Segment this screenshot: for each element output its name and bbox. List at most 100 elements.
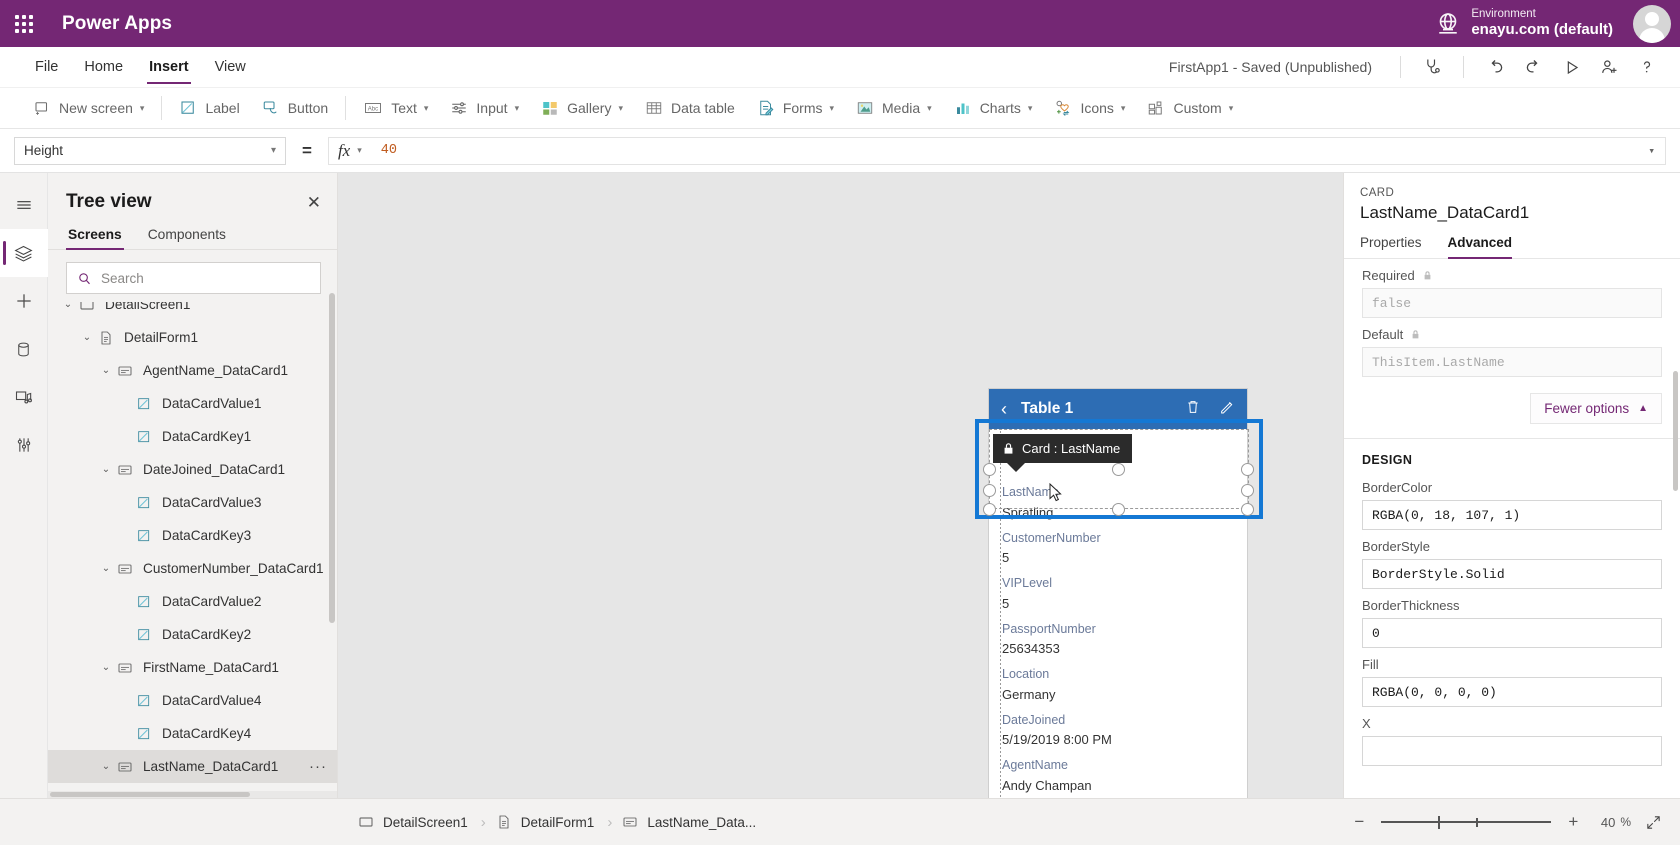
ribbon-text[interactable]: Abc Text ▾ xyxy=(352,93,439,123)
zoom-slider-thumb[interactable] xyxy=(1438,815,1441,829)
tree-node-datacardvalue4[interactable]: DataCardValue4 xyxy=(48,684,337,717)
ribbon-media[interactable]: Media ▾ xyxy=(845,93,943,123)
chevron-down-icon[interactable]: ⌄ xyxy=(79,332,95,343)
property-value-input[interactable]: BorderStyle.Solid xyxy=(1362,559,1662,589)
breadcrumb-item-0[interactable]: DetailScreen1 xyxy=(348,799,481,845)
share-icon[interactable] xyxy=(1590,51,1628,83)
user-avatar[interactable] xyxy=(1633,4,1671,43)
chevron-down-icon[interactable]: ⌄ xyxy=(98,761,114,772)
trash-icon[interactable] xyxy=(1185,399,1201,420)
form-field-id[interactable]: Id xyxy=(989,437,1247,480)
property-value-input[interactable] xyxy=(1362,736,1662,766)
menu-item-view[interactable]: View xyxy=(202,47,259,87)
breadcrumb-item-2[interactable]: LastName_Data... xyxy=(612,799,769,845)
advanced-tools-icon[interactable] xyxy=(0,421,48,469)
fit-screen-icon[interactable] xyxy=(1645,814,1662,831)
breadcrumb-item-1[interactable]: DetailForm1 xyxy=(486,799,608,845)
data-icon[interactable] xyxy=(0,325,48,373)
tree-node-list[interactable]: ⌄ DetailScreen1 ⌄ DetailForm1 ⌄ AgentName_Dat… xyxy=(48,302,337,798)
properties-scrollbar-thumb[interactable] xyxy=(1673,371,1678,491)
ribbon-input[interactable]: Input ▾ xyxy=(439,93,530,123)
tree-node-datacardkey1[interactable]: DataCardKey1 xyxy=(48,420,337,453)
zoom-slider[interactable] xyxy=(1381,813,1552,831)
ribbon-forms[interactable]: Forms ▾ xyxy=(746,93,845,123)
help-icon[interactable] xyxy=(1628,51,1666,83)
property-value-input[interactable]: false xyxy=(1362,288,1662,318)
close-icon[interactable]: ✕ xyxy=(307,194,321,211)
property-value-input[interactable]: 0 xyxy=(1362,618,1662,648)
tree-node-datacardkey4[interactable]: DataCardKey4 xyxy=(48,717,337,750)
property-selector[interactable]: Height ▾ xyxy=(14,136,286,165)
form-field-passportnumber[interactable]: PassportNumber 25634353 xyxy=(989,617,1247,663)
ribbon-gallery[interactable]: Gallery ▾ xyxy=(530,93,634,123)
ribbon-button-control[interactable]: Button xyxy=(251,93,339,123)
back-chevron-icon[interactable]: ‹ xyxy=(1001,400,1007,418)
tree-node-firstname_datacard1[interactable]: ⌄ FirstName_DataCard1 xyxy=(48,651,337,684)
form-field-viplevel[interactable]: VIPLevel 5 xyxy=(989,571,1247,617)
tree-node-detailform1[interactable]: ⌄ DetailForm1 xyxy=(48,321,337,354)
property-value-input[interactable]: RGBA(0, 18, 107, 1) xyxy=(1362,500,1662,530)
app-checker-icon[interactable] xyxy=(1413,51,1451,83)
chevron-down-icon[interactable]: ▾ xyxy=(1640,144,1655,158)
menu-item-file[interactable]: File xyxy=(22,47,71,87)
redo-icon[interactable] xyxy=(1514,51,1552,83)
properties-body[interactable]: Required false Default ThisItem.LastName Fe… xyxy=(1344,259,1680,798)
form-field-customernumber[interactable]: CustomerNumber 5 xyxy=(989,526,1247,572)
ribbon-data-table[interactable]: Data table xyxy=(634,93,746,123)
tree-node-datejoined_datacard1[interactable]: ⌄ DateJoined_DataCard1 xyxy=(48,453,337,486)
property-value-input[interactable]: ThisItem.LastName xyxy=(1362,347,1662,377)
tab-components[interactable]: Components xyxy=(146,223,228,249)
menu-item-home[interactable]: Home xyxy=(71,47,136,87)
tree-scrollbar-thumb[interactable] xyxy=(329,293,335,623)
preview-icon[interactable] xyxy=(1552,51,1590,83)
form-field-datejoined[interactable]: DateJoined 5/19/2019 8:00 PM xyxy=(989,708,1247,754)
tree-node-customernumber_datacard1[interactable]: ⌄ CustomerNumber_DataCard1 xyxy=(48,552,337,585)
tab-properties[interactable]: Properties xyxy=(1360,235,1422,258)
minus-icon[interactable]: − xyxy=(1345,812,1373,832)
tree-node-datacardvalue3[interactable]: DataCardValue3 xyxy=(48,486,337,519)
form-field-lastname[interactable]: LastName Spratling xyxy=(989,480,1247,526)
tree-node-datacardvalue1[interactable]: DataCardValue1 xyxy=(48,387,337,420)
plus-icon[interactable]: + xyxy=(1559,812,1587,832)
menu-icon[interactable] xyxy=(0,181,48,229)
ribbon-label-control[interactable]: Label xyxy=(168,93,250,123)
tab-advanced[interactable]: Advanced xyxy=(1447,235,1512,259)
form-field-location[interactable]: Location Germany xyxy=(989,662,1247,708)
tree-horizontal-scrollbar[interactable] xyxy=(48,791,337,798)
form-field-agentname[interactable]: AgentName Andy Champan xyxy=(989,753,1247,798)
chevron-down-icon[interactable]: ⌄ xyxy=(98,365,114,376)
tree-view-icon[interactable] xyxy=(0,229,48,277)
tree-node-agentname_datacard1[interactable]: ⌄ AgentName_DataCard1 xyxy=(48,354,337,387)
chevron-down-icon[interactable]: ⌄ xyxy=(98,563,114,574)
tree-node-datacardkey3[interactable]: DataCardKey3 xyxy=(48,519,337,552)
app-launcher-icon[interactable] xyxy=(0,0,48,47)
menu-item-insert[interactable]: Insert xyxy=(136,47,202,87)
formula-input[interactable]: 40 ▾ xyxy=(370,136,1666,165)
fewer-options-button[interactable]: Fewer options ▲ xyxy=(1530,393,1662,424)
app-canvas[interactable]: ‹ Table 1 Id LastName Spratling Customer… xyxy=(338,173,1343,798)
tree-node-datacardvalue2[interactable]: DataCardValue2 xyxy=(48,585,337,618)
chevron-down-icon[interactable]: ⌄ xyxy=(98,464,114,475)
search-input[interactable] xyxy=(101,270,310,286)
tree-node-detailscreen1[interactable]: ⌄ DetailScreen1 xyxy=(48,302,337,321)
ribbon-new-screen[interactable]: New screen ▾ xyxy=(22,93,155,123)
tree-node-datacardkey2[interactable]: DataCardKey2 xyxy=(48,618,337,651)
more-options-icon[interactable]: ··· xyxy=(303,758,327,775)
tab-screens[interactable]: Screens xyxy=(66,223,124,250)
media-icon[interactable] xyxy=(0,373,48,421)
phone-screen-preview[interactable]: ‹ Table 1 Id LastName Spratling Customer… xyxy=(988,388,1248,798)
undo-icon[interactable] xyxy=(1476,51,1514,83)
ribbon-charts[interactable]: Charts ▾ xyxy=(943,93,1044,123)
ribbon-icons[interactable]: Icons ▾ xyxy=(1043,93,1136,123)
insert-icon[interactable] xyxy=(0,277,48,325)
tree-node-lastname_datacard1[interactable]: ⌄ LastName_DataCard1 ··· xyxy=(48,750,337,783)
property-value-input[interactable]: RGBA(0, 0, 0, 0) xyxy=(1362,677,1662,707)
pencil-icon[interactable] xyxy=(1219,399,1235,420)
ribbon-custom[interactable]: Custom ▾ xyxy=(1136,93,1244,123)
detail-form[interactable]: Id LastName Spratling CustomerNumber 5 VIPLev… xyxy=(989,429,1247,798)
chevron-down-icon[interactable]: ⌄ xyxy=(60,302,76,310)
search-box[interactable] xyxy=(66,262,321,294)
chevron-down-icon[interactable]: ⌄ xyxy=(98,662,114,673)
environment-block[interactable]: Environment enayu.com (default) xyxy=(1471,7,1613,40)
fx-button[interactable]: fx ▾ xyxy=(327,136,371,165)
